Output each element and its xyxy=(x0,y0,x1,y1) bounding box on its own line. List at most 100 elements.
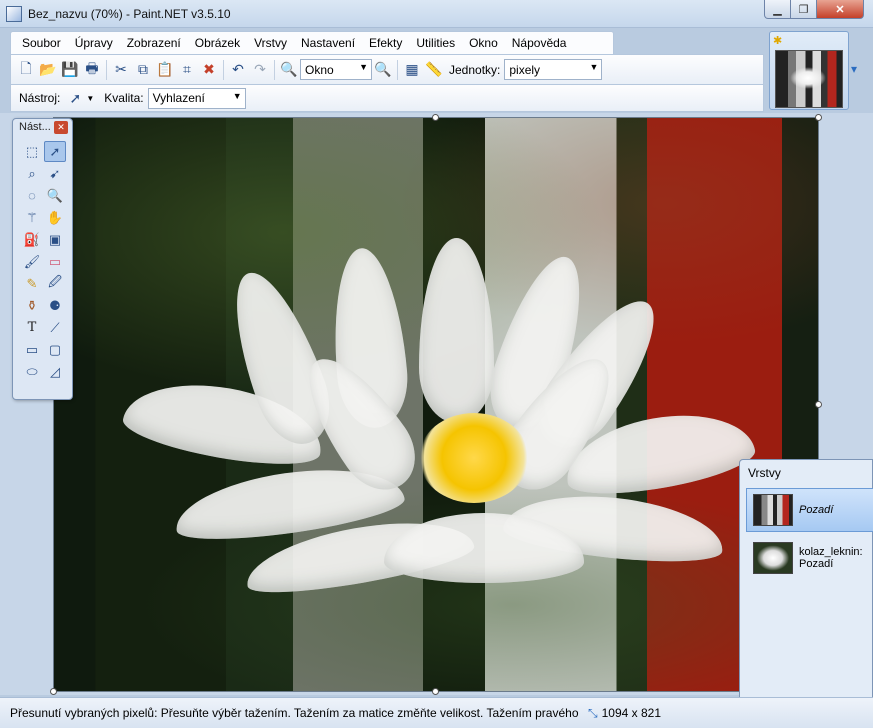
paintbrush-icon[interactable]: 🖌 xyxy=(21,251,43,272)
menu-layers[interactable]: Vrstvy xyxy=(247,36,294,50)
zoom-value: Okno xyxy=(305,62,334,77)
redo-icon[interactable]: ↷ xyxy=(249,59,271,81)
layer-name: kolaz_leknin: Pozadí xyxy=(799,546,863,570)
menu-edit[interactable]: Úpravy xyxy=(68,36,120,50)
freeform-shape-icon[interactable]: ◿ xyxy=(44,361,66,382)
minimize-button[interactable]: ▁ xyxy=(764,0,791,19)
units-combo[interactable]: pixely ▼ xyxy=(504,59,603,80)
close-icon[interactable]: ✕ xyxy=(54,121,68,134)
layers-title: Vrstvy xyxy=(748,466,781,480)
petal xyxy=(419,238,494,423)
layer-item[interactable]: kolaz_leknin: Pozadí xyxy=(746,536,873,580)
zoom-icon[interactable]: 🔍 xyxy=(44,185,66,206)
image-thumbnail-panel[interactable]: ✱ xyxy=(769,31,849,110)
layer-thumbnail xyxy=(753,494,793,526)
menu-view[interactable]: Zobrazení xyxy=(120,36,188,50)
gradient-icon[interactable]: ▣ xyxy=(44,229,66,250)
quality-combo[interactable]: Vyhlazení ▼ xyxy=(147,87,246,109)
rectangle-icon[interactable]: ▭ xyxy=(21,339,43,360)
status-text: Přesunutí vybraných pixelů: Přesuňte výb… xyxy=(10,706,580,720)
print-icon[interactable]: 🖶 xyxy=(81,59,103,81)
tools-title-bar[interactable]: Nást... ✕ xyxy=(13,119,72,137)
recolor-icon[interactable]: ⚈ xyxy=(44,295,66,316)
zoom-in-icon[interactable]: 🔍 xyxy=(372,59,394,81)
magic-wand-icon[interactable]: ⚚ xyxy=(21,207,43,228)
star-icon: ✱ xyxy=(773,35,783,47)
app-icon xyxy=(6,6,22,22)
zoom-combo[interactable]: Okno ▼ xyxy=(300,59,372,80)
grid-icon[interactable]: ▦ xyxy=(401,59,423,81)
separator xyxy=(106,59,107,80)
text-icon[interactable]: T xyxy=(21,317,43,338)
resize-handle[interactable] xyxy=(815,401,822,408)
flower-thumbnail xyxy=(790,67,826,89)
maximize-button[interactable]: ❐ xyxy=(790,0,817,19)
chevron-down-icon: ▼ xyxy=(232,90,242,101)
main-toolbar: 🗋 📂 💾 🖶 ✂ ⧉ 📋 ⌗ ✖ ↶ ↷ 🔍 Okno ▼ 🔍 ▦ 📏 Jed… xyxy=(10,54,764,85)
units-label: Jednotky: xyxy=(449,62,501,77)
menu-bar: Soubor Úpravy Zobrazení Obrázek Vrstvy N… xyxy=(10,31,614,54)
cut-icon[interactable]: ✂ xyxy=(110,59,132,81)
tools-title: Nást... xyxy=(19,121,51,133)
color-picker-icon[interactable]: 🖉 xyxy=(44,273,66,294)
tools-window[interactable]: Nást... ✕ ⬚ ➚ ⌕ ➹ ◌ 🔍 ⚚ ✋ ⛽ ▣ 🖌 ▭ ✎ 🖉 ⚱ … xyxy=(12,118,73,400)
separator xyxy=(397,59,398,80)
menu-help[interactable]: Nápověda xyxy=(505,36,574,50)
resize-handle[interactable] xyxy=(432,114,439,121)
deselect-icon[interactable]: ✖ xyxy=(198,59,220,81)
menu-effects[interactable]: Efekty xyxy=(362,36,409,50)
flower-center xyxy=(419,413,529,503)
undo-icon[interactable]: ↶ xyxy=(227,59,249,81)
move-selection-icon[interactable]: ➚ xyxy=(64,87,86,109)
tool-options-bar: Nástroj: ➚ ▼ Kvalita: Vyhlazení ▼ xyxy=(10,85,764,112)
menu-window[interactable]: Okno xyxy=(462,36,505,50)
menu-adjustments[interactable]: Nastavení xyxy=(294,36,362,50)
copy-icon[interactable]: ⧉ xyxy=(132,59,154,81)
layer-thumbnail xyxy=(753,542,793,574)
title-bar: Bez_nazvu (70%) - Paint.NET v3.5.10 ▁ ❐ … xyxy=(0,0,873,28)
ellipse-select-icon[interactable]: ◌ xyxy=(21,185,43,206)
separator xyxy=(274,59,275,80)
resize-handle[interactable] xyxy=(432,688,439,695)
menu-utilities[interactable]: Utilities xyxy=(409,36,462,50)
menu-file[interactable]: Soubor xyxy=(15,36,68,50)
new-icon[interactable]: 🗋 xyxy=(15,59,37,81)
chevron-down-icon[interactable]: ▼ xyxy=(86,94,94,103)
clone-stamp-icon[interactable]: ⚱ xyxy=(21,295,43,316)
chevron-down-icon[interactable]: ▾ xyxy=(851,62,857,76)
lasso-select-icon[interactable]: ⌕ xyxy=(21,163,43,184)
pan-icon[interactable]: ✋ xyxy=(44,207,66,228)
move-selection-icon[interactable]: ➚ xyxy=(44,141,66,162)
quality-label: Kvalita: xyxy=(104,91,144,105)
menu-image[interactable]: Obrázek xyxy=(188,36,247,50)
tools-grid: ⬚ ➚ ⌕ ➹ ◌ 🔍 ⚚ ✋ ⛽ ▣ 🖌 ▭ ✎ 🖉 ⚱ ⚈ T ⟋ ▭ ▢ … xyxy=(13,137,72,382)
layers-window[interactable]: Vrstvy Pozadí kolaz_leknin: Pozadí ＋ ✖ ❐… xyxy=(739,459,873,728)
layer-item[interactable]: Pozadí xyxy=(746,488,873,532)
paint-bucket-icon[interactable]: ⛽ xyxy=(21,229,43,250)
rounded-rectangle-icon[interactable]: ▢ xyxy=(44,339,66,360)
open-icon[interactable]: 📂 xyxy=(37,59,59,81)
pencil-icon[interactable]: ✎ xyxy=(21,273,43,294)
tool-label: Nástroj: xyxy=(19,91,61,105)
image-thumbnail[interactable] xyxy=(775,50,843,108)
ruler-icon[interactable]: 📏 xyxy=(423,59,445,81)
image-size-value: 1094 x 821 xyxy=(601,706,661,720)
water-lily xyxy=(119,238,759,618)
units-value: pixely xyxy=(509,62,541,77)
image-canvas[interactable] xyxy=(53,117,819,692)
close-button[interactable]: ✕ xyxy=(816,0,864,19)
resize-handle[interactable] xyxy=(815,114,822,121)
status-bar: Přesunutí vybraných pixelů: Přesuňte výb… xyxy=(0,697,873,728)
resize-handle[interactable] xyxy=(50,688,57,695)
window-title: Bez_nazvu (70%) - Paint.NET v3.5.10 xyxy=(28,7,231,21)
save-icon[interactable]: 💾 xyxy=(59,59,81,81)
move-selected-icon[interactable]: ➹ xyxy=(44,163,66,184)
ellipse-icon[interactable]: ⬭ xyxy=(21,361,43,382)
rectangle-select-icon[interactable]: ⬚ xyxy=(21,141,43,162)
zoom-out-icon[interactable]: 🔍 xyxy=(278,59,300,81)
eraser-icon[interactable]: ▭ xyxy=(44,251,66,272)
paste-icon[interactable]: 📋 xyxy=(154,59,176,81)
line-curve-icon[interactable]: ⟋ xyxy=(44,317,66,338)
crop-icon[interactable]: ⌗ xyxy=(176,59,198,81)
resize-icon: ⤡ xyxy=(588,705,598,720)
